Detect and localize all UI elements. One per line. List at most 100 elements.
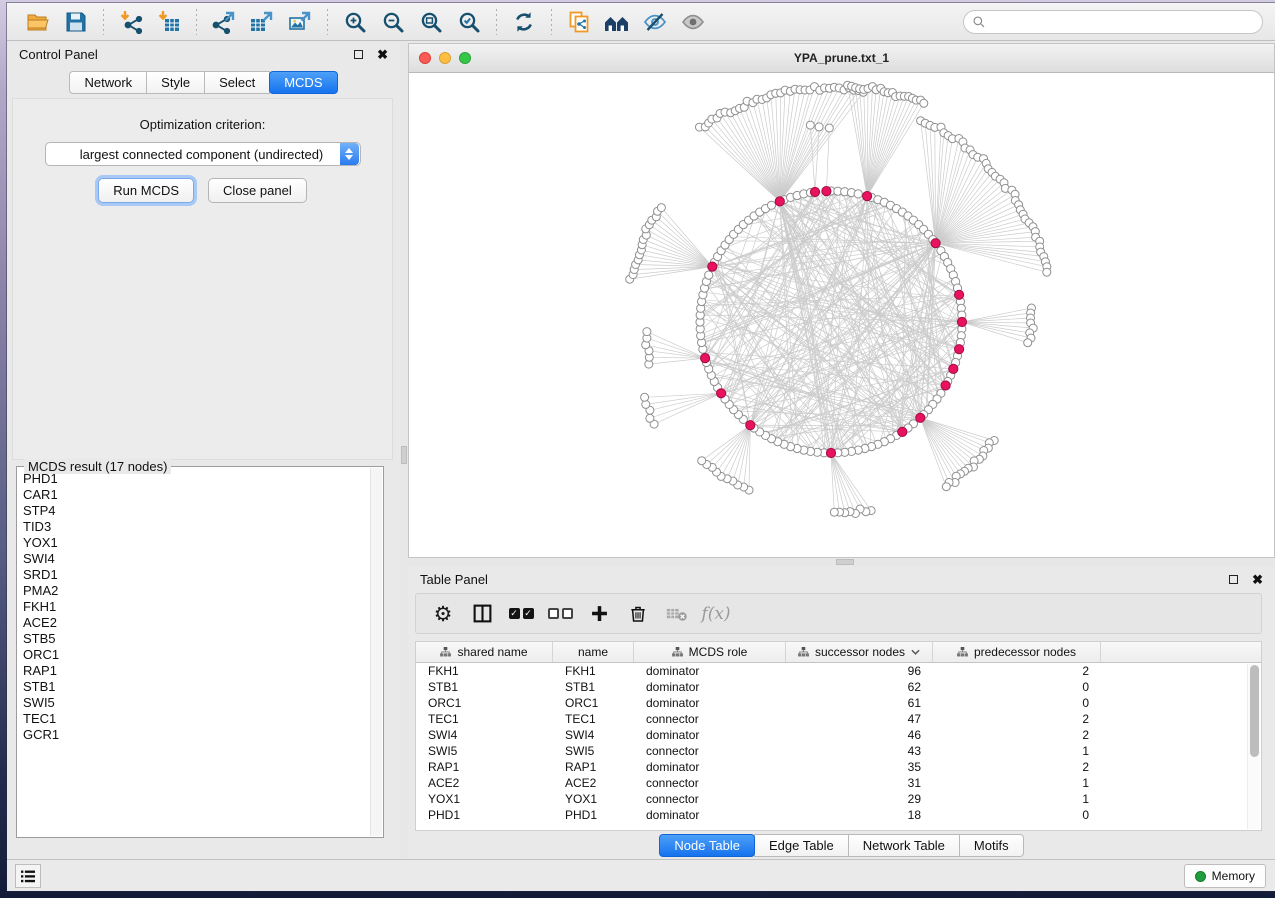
memory-button[interactable]: Memory — [1184, 864, 1266, 888]
select-all-button[interactable]: ✓✓ — [506, 599, 536, 629]
mcds-result-item[interactable]: CAR1 — [23, 487, 369, 503]
mcds-result-item[interactable]: GCR1 — [23, 727, 369, 743]
mcds-result-item[interactable]: SRD1 — [23, 567, 369, 583]
add-column-button[interactable] — [584, 599, 614, 629]
graph-node[interactable] — [825, 124, 833, 132]
graph-node[interactable] — [708, 262, 717, 271]
table-row[interactable]: ACE2ACE2connector311 — [416, 775, 1261, 791]
graph-node[interactable] — [955, 345, 964, 354]
graph-node[interactable] — [931, 239, 940, 248]
graph-node[interactable] — [698, 457, 706, 465]
graph-node[interactable] — [854, 190, 862, 198]
mcds-result-item[interactable]: SWI5 — [23, 695, 369, 711]
splitter-grip-icon[interactable] — [836, 559, 854, 565]
graph-node[interactable] — [767, 201, 775, 209]
deselect-all-button[interactable] — [545, 599, 575, 629]
graph-node[interactable] — [775, 197, 784, 206]
graph-node[interactable] — [822, 187, 831, 196]
graph-node[interactable] — [955, 290, 964, 299]
horizontal-splitter[interactable] — [408, 558, 1275, 566]
mcds-result-item[interactable]: RAP1 — [23, 663, 369, 679]
column-header-predecessor-nodes[interactable]: predecessor nodes — [933, 642, 1101, 662]
graph-node[interactable] — [830, 508, 838, 516]
zoom-selected-button[interactable] — [452, 7, 486, 37]
graph-node[interactable] — [826, 448, 835, 457]
copy-network-button[interactable] — [562, 7, 596, 37]
delete-button[interactable] — [623, 599, 653, 629]
graph-node[interactable] — [705, 271, 713, 279]
table-row[interactable]: SWI4SWI4dominator462 — [416, 727, 1261, 743]
close-panel-button[interactable]: Close panel — [208, 178, 307, 203]
criterion-select[interactable]: largest connected component (undirected) — [45, 142, 361, 166]
graph-node[interactable] — [1024, 339, 1032, 347]
graph-node[interactable] — [1043, 268, 1051, 276]
export-image-button[interactable] — [283, 7, 317, 37]
mcds-result-item[interactable]: STP4 — [23, 503, 369, 519]
delete-table-button[interactable] — [662, 599, 692, 629]
vertical-splitter[interactable] — [400, 41, 408, 859]
graph-node[interactable] — [942, 483, 950, 491]
graph-node[interactable] — [646, 414, 654, 422]
column-header-MCDS-role[interactable]: MCDS role — [634, 642, 786, 662]
task-history-button[interactable] — [15, 864, 41, 888]
mcds-result-item[interactable]: TID3 — [23, 519, 369, 535]
tab-network-table[interactable]: Network Table — [848, 834, 960, 857]
float-panel-icon[interactable] — [1229, 575, 1238, 584]
table-row[interactable]: STB1STB1dominator620 — [416, 679, 1261, 695]
close-panel-icon[interactable]: ✖ — [1252, 573, 1263, 586]
graph-node[interactable] — [949, 364, 958, 373]
table-row[interactable]: YOX1YOX1connector291 — [416, 791, 1261, 807]
column-header-shared-name[interactable]: shared name — [416, 642, 553, 662]
splitter-grip-icon[interactable] — [401, 446, 407, 464]
table-row[interactable]: TEC1TEC1connector472 — [416, 711, 1261, 727]
zoom-in-button[interactable] — [338, 7, 372, 37]
import-table-button[interactable] — [152, 7, 186, 37]
graph-node[interactable] — [941, 381, 950, 390]
mcds-result-item[interactable]: ACE2 — [23, 615, 369, 631]
tab-node-table[interactable]: Node Table — [659, 834, 755, 857]
mcds-list-scrollbar[interactable] — [370, 468, 382, 836]
gear-button[interactable]: ⚙ — [428, 599, 458, 629]
zoom-fit-button[interactable] — [414, 7, 448, 37]
tab-style[interactable]: Style — [146, 71, 205, 94]
float-panel-icon[interactable] — [354, 50, 363, 59]
graph-node[interactable] — [898, 427, 907, 436]
graph-node[interactable] — [815, 123, 823, 131]
mcds-result-item[interactable]: STB5 — [23, 631, 369, 647]
graph-node[interactable] — [701, 354, 710, 363]
save-session-button[interactable] — [59, 7, 93, 37]
export-network-button[interactable] — [207, 7, 241, 37]
export-table-button[interactable] — [245, 7, 279, 37]
column-header-name[interactable]: name — [553, 642, 634, 662]
mcds-result-item[interactable]: PMA2 — [23, 583, 369, 599]
mcds-result-item[interactable]: STB1 — [23, 679, 369, 695]
split-columns-button[interactable] — [467, 599, 497, 629]
apply-layout-button[interactable] — [507, 7, 541, 37]
graph-node[interactable] — [657, 204, 665, 212]
graph-node[interactable] — [863, 192, 872, 201]
table-row[interactable]: FKH1FKH1dominator962 — [416, 663, 1261, 679]
table-row[interactable]: PHD1PHD1dominator180 — [416, 807, 1261, 823]
first-neighbors-button[interactable] — [600, 7, 634, 37]
open-file-button[interactable] — [21, 7, 55, 37]
table-scrollbar[interactable] — [1247, 664, 1260, 829]
hide-selected-button[interactable] — [638, 7, 672, 37]
function-button[interactable]: f(x) — [701, 599, 731, 629]
mcds-result-item[interactable]: PHD1 — [23, 471, 369, 487]
mcds-result-item[interactable]: SWI4 — [23, 551, 369, 567]
scrollbar-thumb[interactable] — [1250, 665, 1259, 757]
search-box[interactable] — [963, 10, 1263, 34]
graph-node[interactable] — [920, 99, 928, 107]
table-row[interactable]: ORC1ORC1dominator610 — [416, 695, 1261, 711]
mcds-result-item[interactable]: TEC1 — [23, 711, 369, 727]
mcds-result-item[interactable]: FKH1 — [23, 599, 369, 615]
tab-mcds[interactable]: MCDS — [269, 71, 337, 94]
graph-node[interactable] — [806, 121, 814, 129]
graph-node[interactable] — [641, 393, 649, 401]
mcds-result-item[interactable]: YOX1 — [23, 535, 369, 551]
network-canvas[interactable] — [409, 73, 1274, 557]
graph-node[interactable] — [717, 389, 726, 398]
search-input[interactable] — [992, 15, 1254, 29]
run-mcds-button[interactable]: Run MCDS — [98, 178, 194, 203]
table-row[interactable]: RAP1RAP1dominator352 — [416, 759, 1261, 775]
